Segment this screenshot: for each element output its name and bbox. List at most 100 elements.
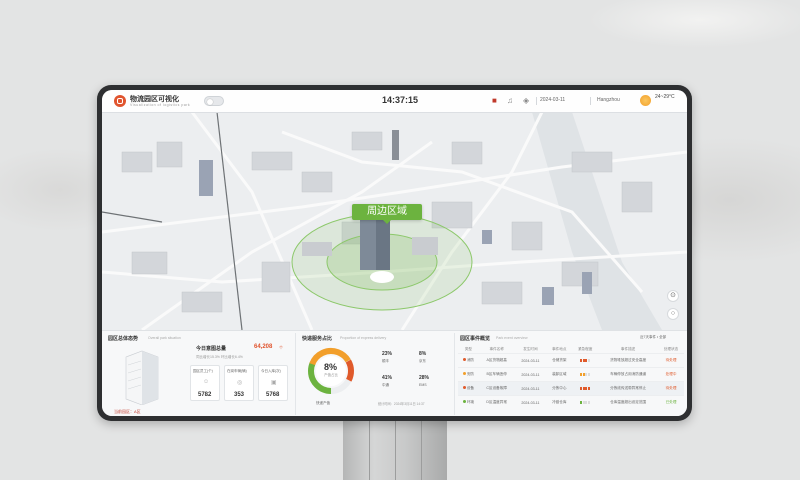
user-icon: ☺ xyxy=(203,379,210,385)
stat-label: 园区员工(个) xyxy=(193,369,213,373)
event-desc: 车辆停放占用消防通道 xyxy=(598,367,659,382)
ratio-label: 顺丰 xyxy=(382,359,389,363)
event-place: 装卸区域 xyxy=(546,367,573,382)
gauge-legend: 快递产值 xyxy=(316,401,330,405)
event-type: 设备 xyxy=(458,381,479,396)
event-type: 消防 xyxy=(458,353,479,368)
event-place: 冷链仓库 xyxy=(546,395,573,409)
event-type-label: 环境 xyxy=(466,400,475,404)
events-panel-subtitle: Park event overview xyxy=(496,336,528,340)
city-map-3d[interactable]: 周边区域 ⊙ ○ xyxy=(102,111,687,332)
event-place: 仓储货架 xyxy=(546,353,573,368)
alert-dot-icon xyxy=(462,358,466,361)
area-label-text: 周边区域 xyxy=(367,206,407,217)
ratio-value: 28% xyxy=(419,375,430,381)
stat-label: 在岗车辆(辆) xyxy=(227,369,247,373)
stat-card-vehicles: 在岗车辆(辆) ◎ 353 xyxy=(224,365,254,401)
vehicle-icon: ◎ xyxy=(237,380,243,386)
event-name: B区车辆违停 xyxy=(478,367,515,382)
event-place: 分拣中心 xyxy=(546,381,573,396)
urgency-bars xyxy=(572,395,599,409)
alert-dot-icon xyxy=(462,386,466,389)
gauge-label: 产值占比 xyxy=(324,373,338,377)
col-header: 类型 xyxy=(464,346,473,351)
location-name: Hangzhou xyxy=(597,97,620,103)
ops-footer: 统计时间：2024年3月11日 14:37 xyxy=(378,402,425,406)
event-time: 2024-03-11 xyxy=(514,381,547,396)
event-desc: 货物堆放超过安全高度 xyxy=(598,353,659,368)
car-icon[interactable]: ■ xyxy=(492,96,497,105)
today-total-value: 64,208 xyxy=(254,344,273,350)
event-time: 2024-03-11 xyxy=(514,395,547,409)
ratio-label: 中通 xyxy=(382,383,389,387)
area-label-tag[interactable]: 周边区域 xyxy=(352,204,422,224)
col-header: 事件描述 xyxy=(620,346,636,351)
event-name: A区货物超高 xyxy=(478,353,515,368)
table-row[interactable]: 环境 D区温度异常 2024-03-11 冷链仓库 仓库温度超出设定范围 已处理 xyxy=(458,395,684,409)
urgency-bars xyxy=(572,367,599,382)
ratio-value: 41% xyxy=(382,375,393,381)
view-toggle[interactable] xyxy=(204,96,224,106)
event-time: 2024-03-11 xyxy=(514,367,547,382)
alert-dot-icon xyxy=(462,372,466,375)
bottom-panels: 园区总体态势 Overall park situation 当前园区：A区 今日… xyxy=(102,330,687,416)
table-row[interactable]: 消防 A区货物超高 2024-03-11 仓储货架 货物堆放超过安全高度 待处理 xyxy=(458,353,684,368)
park-overview-panel: 园区总体态势 Overall park situation 当前园区：A区 今日… xyxy=(108,331,298,416)
stat-value: 5768 xyxy=(266,392,280,398)
box-icon: ▣ xyxy=(271,380,277,386)
alert-dot-icon xyxy=(462,400,466,403)
events-panel-title: 园区事件概览 xyxy=(460,336,491,342)
table-row[interactable]: 设备 C区设备故障 2024-03-11 分拣中心 分拣线传送带异常停止 待处理 xyxy=(458,381,684,396)
app-subtitle: Visualization of logistics park xyxy=(130,103,191,107)
ops-panel-subtitle: Proportion of express delivery xyxy=(340,336,387,340)
event-name: D区温度异常 xyxy=(478,395,515,409)
event-desc: 仓库温度超出设定范围 xyxy=(598,395,659,409)
stat-label: 今日入库(次) xyxy=(261,369,281,373)
event-type: 环境 xyxy=(458,395,479,409)
stat-card-staff: 园区员工(个) ☺ 5782 xyxy=(190,365,220,401)
express-ratio-panel: 快递服务占比 Proportion of express delivery 8%… xyxy=(302,331,452,416)
location-icon[interactable]: ◈ xyxy=(523,96,529,105)
event-status[interactable]: 处理中 xyxy=(658,367,684,382)
col-header: 紧急程度 xyxy=(577,346,593,351)
top-bar: 物流园区可视化 Visualization of logistics park … xyxy=(102,90,687,113)
panel-divider xyxy=(454,333,455,415)
table-row[interactable]: 安防 B区车辆违停 2024-03-11 装卸区域 车辆停放占用消防通道 处理中 xyxy=(458,367,684,382)
event-status[interactable]: 待处理 xyxy=(658,381,684,396)
gauge-value: 8% xyxy=(324,362,338,372)
event-status[interactable]: 已处理 xyxy=(658,395,684,409)
ops-panel-title: 快递服务占比 xyxy=(302,336,333,342)
col-header: 发生时间 xyxy=(523,346,538,351)
sun-icon xyxy=(640,95,651,106)
current-park-badge[interactable]: 当前园区：A区 xyxy=(114,409,141,415)
app-logo-icon xyxy=(114,95,126,107)
stat-value: 5782 xyxy=(198,392,212,398)
ratio-value: 8% xyxy=(419,351,427,357)
temperature: 24~29°C xyxy=(655,94,675,100)
map-search-icon[interactable]: ○ xyxy=(667,308,679,320)
ratio-value: 23% xyxy=(382,351,393,357)
stat-value: 353 xyxy=(234,392,245,398)
col-header: 处理状态 xyxy=(663,346,679,351)
table-header-row: 类型 事件名称 发生时间 事件地点 紧急程度 事件描述 处理状态 xyxy=(458,345,684,354)
today-total-note: 同比增长15.3% 环比增长6.4% xyxy=(196,355,243,359)
park-panel-title: 园区总体态势 xyxy=(108,336,139,342)
today-total-unit: 个 xyxy=(279,345,283,350)
map-settings-icon[interactable]: ⊙ xyxy=(667,290,679,302)
col-header: 事件地点 xyxy=(552,346,567,351)
event-type-label: 设备 xyxy=(466,386,475,390)
date: 2024-03-11 xyxy=(540,97,566,103)
events-filter-dropdown[interactable]: 近7天事件 • 全部 xyxy=(640,335,666,340)
stat-card-inbound: 今日入库(次) ▣ 5768 xyxy=(258,365,288,401)
music-icon[interactable]: ♫ xyxy=(507,96,513,105)
urgency-bars xyxy=(572,381,599,396)
urgency-bars xyxy=(572,353,599,368)
clock: 14:37:15 xyxy=(382,95,419,105)
display-stand xyxy=(343,416,447,480)
divider xyxy=(536,97,537,105)
map-illustration xyxy=(102,111,687,332)
ratio-label: 京东 xyxy=(419,359,426,363)
today-total-label: 今日意图总量 xyxy=(196,346,227,352)
events-table: 类型 事件名称 发生时间 事件地点 紧急程度 事件描述 处理状态 消防 A区货物… xyxy=(458,345,684,409)
event-status[interactable]: 待处理 xyxy=(658,353,684,368)
